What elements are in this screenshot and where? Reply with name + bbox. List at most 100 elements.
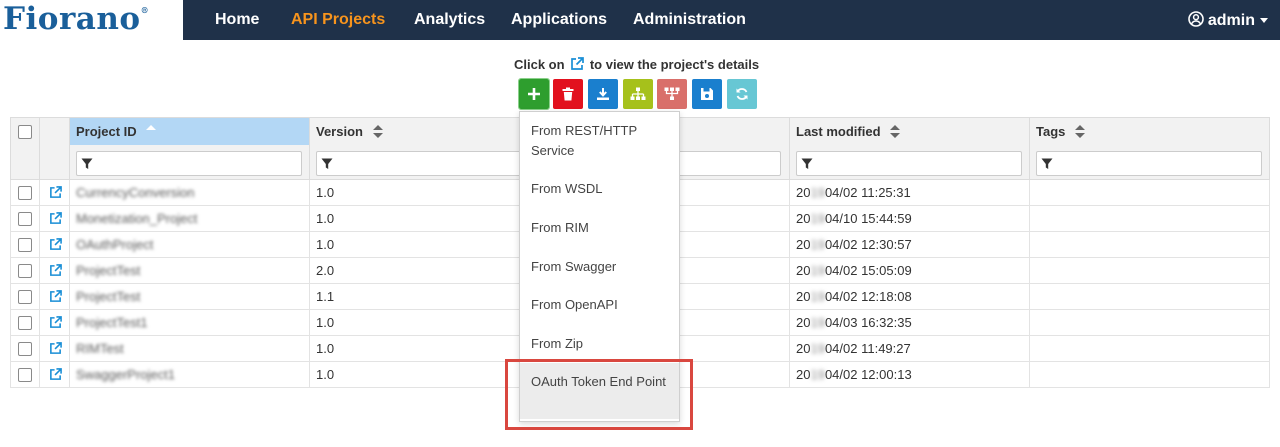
user-name: admin xyxy=(1207,12,1255,29)
version-value: 1.0 xyxy=(316,237,335,252)
nav-applications[interactable]: Applications xyxy=(511,11,607,29)
row-checkbox[interactable] xyxy=(18,238,32,252)
last-modified-cell: 201904/02 12:18:08 xyxy=(790,284,1030,310)
tags-filter[interactable] xyxy=(1036,151,1262,176)
logo[interactable]: Fiorano® xyxy=(0,0,183,40)
menu-item-from-swagger[interactable]: From Swagger xyxy=(520,257,679,277)
external-link-icon[interactable] xyxy=(49,290,62,303)
user-menu[interactable]: admin xyxy=(1188,11,1255,30)
menu-item-from-zip[interactable]: From Zip xyxy=(520,334,679,354)
hierarchy-view-button[interactable] xyxy=(623,79,653,109)
last-modified-filter[interactable] xyxy=(796,151,1022,176)
refresh-icon xyxy=(736,88,748,100)
details-hint: Click on to view the project's details xyxy=(514,57,759,72)
filter-icon xyxy=(81,158,93,169)
version-value: 1.1 xyxy=(316,289,335,304)
menu-item-from-rest-http-service[interactable]: From REST/HTTP Service xyxy=(520,121,679,161)
project-id-value: SwaggerProject1 xyxy=(76,367,175,382)
row-edit-cell xyxy=(40,232,70,258)
last-modified-hidden-digits: 19 xyxy=(810,237,825,252)
external-link-icon xyxy=(571,57,585,70)
external-link-icon[interactable] xyxy=(49,316,62,329)
last-modified-value: 04/10 15:44:59 xyxy=(824,211,912,226)
tags-cell xyxy=(1030,310,1269,336)
tags-header[interactable]: Tags xyxy=(1036,124,1086,139)
external-link-icon[interactable] xyxy=(49,212,62,225)
row-checkbox[interactable] xyxy=(18,212,32,226)
last-modified-value: 04/02 11:25:31 xyxy=(824,185,911,200)
callout-highlight xyxy=(505,359,693,430)
select-all-cell xyxy=(11,118,40,181)
project-id-cell: SwaggerProject1 xyxy=(70,362,310,388)
chevron-down-icon[interactable] xyxy=(1260,18,1268,23)
row-checkbox[interactable] xyxy=(18,186,32,200)
row-checkbox[interactable] xyxy=(18,316,32,330)
project-id-value: OAuthProject xyxy=(76,237,154,252)
last-modified-hidden-digits: 19 xyxy=(810,315,825,330)
project-id-cell: OAuthProject xyxy=(70,232,310,258)
nav-api-projects[interactable]: API Projects xyxy=(291,11,385,29)
top-navbar: Fiorano® Home API Projects Analytics App… xyxy=(0,0,1280,40)
row-edit-cell xyxy=(40,336,70,362)
version-value: 1.0 xyxy=(316,367,335,382)
network-view-button[interactable] xyxy=(657,79,687,109)
sort-icon xyxy=(372,125,383,138)
last-modified-cell: 201904/02 12:00:13 xyxy=(790,362,1030,388)
project-id-cell: CurrencyConversion xyxy=(70,180,310,206)
project-id-value: CurrencyConversion xyxy=(76,185,195,200)
external-link-icon[interactable] xyxy=(49,186,62,199)
plus-icon xyxy=(528,88,540,100)
row-checkbox[interactable] xyxy=(18,368,32,382)
tags-cell xyxy=(1030,336,1269,362)
version-header[interactable]: Version xyxy=(316,124,383,139)
project-id-value: ProjectTest1 xyxy=(76,315,148,330)
refresh-button[interactable] xyxy=(727,79,757,109)
nav-home[interactable]: Home xyxy=(215,11,259,29)
version-header-label: Version xyxy=(316,124,363,139)
external-link-icon[interactable] xyxy=(49,342,62,355)
trash-icon xyxy=(562,87,574,101)
nav-administration[interactable]: Administration xyxy=(633,11,746,29)
row-select-cell xyxy=(11,206,40,232)
last-modified-hidden-digits: 19 xyxy=(810,289,825,304)
last-modified-prefix: 20 xyxy=(796,341,811,356)
last-modified-header[interactable]: Last modified xyxy=(796,124,901,139)
delete-project-button[interactable] xyxy=(553,79,583,109)
row-checkbox[interactable] xyxy=(18,342,32,356)
download-icon xyxy=(597,88,609,100)
last-modified-prefix: 20 xyxy=(796,237,811,252)
save-icon xyxy=(701,88,713,100)
version-value: 1.0 xyxy=(316,341,335,356)
add-project-button[interactable] xyxy=(518,78,550,110)
external-link-icon[interactable] xyxy=(49,264,62,277)
hint-text-before: Click on xyxy=(514,57,565,72)
external-link-icon[interactable] xyxy=(49,238,62,251)
sort-icon xyxy=(890,125,901,138)
last-modified-cell: 201904/02 12:30:57 xyxy=(790,232,1030,258)
row-edit-cell xyxy=(40,362,70,388)
download-project-button[interactable] xyxy=(588,79,618,109)
row-select-cell xyxy=(11,362,40,388)
version-value: 1.0 xyxy=(316,315,335,330)
project-id-value: Monetization_Project xyxy=(76,211,198,226)
nav-analytics[interactable]: Analytics xyxy=(414,11,485,29)
tags-cell xyxy=(1030,258,1269,284)
tags-cell xyxy=(1030,180,1269,206)
project-id-filter[interactable] xyxy=(76,151,302,176)
row-select-cell xyxy=(11,258,40,284)
hint-text-after: to view the project's details xyxy=(589,57,760,72)
project-id-header[interactable]: Project ID xyxy=(76,124,157,139)
select-all-checkbox[interactable] xyxy=(18,125,32,139)
tags-cell xyxy=(1030,206,1269,232)
save-button[interactable] xyxy=(692,79,722,109)
row-checkbox[interactable] xyxy=(18,264,32,278)
menu-item-from-wsdl[interactable]: From WSDL xyxy=(520,179,679,199)
row-select-cell xyxy=(11,310,40,336)
menu-item-from-openapi[interactable]: From OpenAPI xyxy=(520,295,679,315)
external-link-icon[interactable] xyxy=(49,368,62,381)
row-checkbox[interactable] xyxy=(18,290,32,304)
edit-column-header xyxy=(40,118,70,181)
last-modified-hidden-digits: 19 xyxy=(810,185,825,200)
project-id-header-label: Project ID xyxy=(76,124,137,139)
menu-item-from-rim[interactable]: From RIM xyxy=(520,218,679,238)
